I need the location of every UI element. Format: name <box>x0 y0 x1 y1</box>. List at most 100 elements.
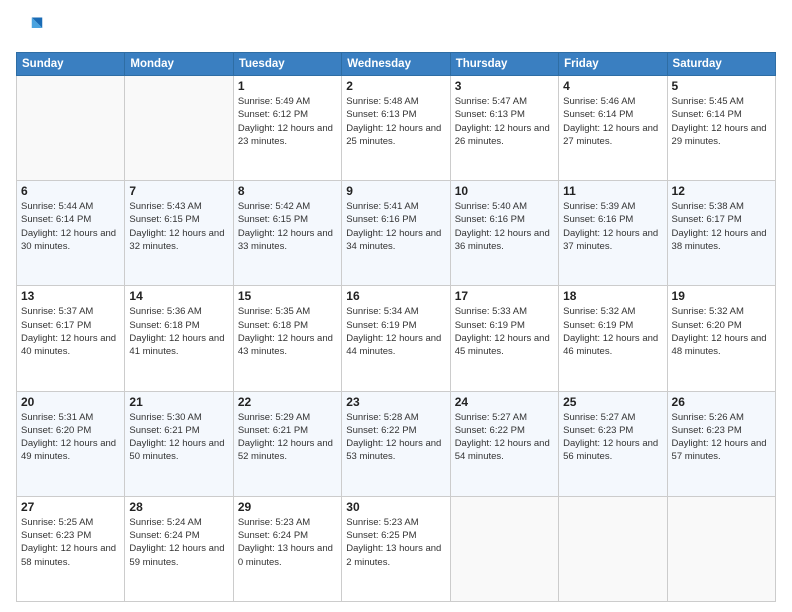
day-number: 30 <box>346 500 445 514</box>
day-info: Sunrise: 5:24 AM Sunset: 6:24 PM Dayligh… <box>129 516 228 569</box>
day-number: 26 <box>672 395 771 409</box>
day-number: 1 <box>238 79 337 93</box>
day-number: 23 <box>346 395 445 409</box>
day-number: 6 <box>21 184 120 198</box>
table-row: 17 Sunrise: 5:33 AM Sunset: 6:19 PM Dayli… <box>450 286 558 391</box>
day-info: Sunrise: 5:42 AM Sunset: 6:15 PM Dayligh… <box>238 200 337 253</box>
day-number: 21 <box>129 395 228 409</box>
day-number: 3 <box>455 79 554 93</box>
day-info: Sunrise: 5:27 AM Sunset: 6:23 PM Dayligh… <box>563 411 662 464</box>
day-info: Sunrise: 5:23 AM Sunset: 6:25 PM Dayligh… <box>346 516 445 569</box>
table-row: 12 Sunrise: 5:38 AM Sunset: 6:17 PM Dayli… <box>667 181 775 286</box>
table-row: 29 Sunrise: 5:23 AM Sunset: 6:24 PM Dayli… <box>233 496 341 601</box>
calendar-week-row: 13 Sunrise: 5:37 AM Sunset: 6:17 PM Dayli… <box>17 286 776 391</box>
day-number: 11 <box>563 184 662 198</box>
day-info: Sunrise: 5:26 AM Sunset: 6:23 PM Dayligh… <box>672 411 771 464</box>
day-info: Sunrise: 5:30 AM Sunset: 6:21 PM Dayligh… <box>129 411 228 464</box>
table-row: 8 Sunrise: 5:42 AM Sunset: 6:15 PM Daylig… <box>233 181 341 286</box>
day-number: 27 <box>21 500 120 514</box>
table-row: 2 Sunrise: 5:48 AM Sunset: 6:13 PM Daylig… <box>342 76 450 181</box>
calendar-table: Sunday Monday Tuesday Wednesday Thursday… <box>16 52 776 602</box>
day-number: 2 <box>346 79 445 93</box>
col-monday: Monday <box>125 53 233 76</box>
day-number: 22 <box>238 395 337 409</box>
table-row: 20 Sunrise: 5:31 AM Sunset: 6:20 PM Dayli… <box>17 391 125 496</box>
table-row: 22 Sunrise: 5:29 AM Sunset: 6:21 PM Dayli… <box>233 391 341 496</box>
table-row <box>667 496 775 601</box>
day-info: Sunrise: 5:46 AM Sunset: 6:14 PM Dayligh… <box>563 95 662 148</box>
day-info: Sunrise: 5:32 AM Sunset: 6:19 PM Dayligh… <box>563 305 662 358</box>
day-number: 7 <box>129 184 228 198</box>
col-saturday: Saturday <box>667 53 775 76</box>
day-info: Sunrise: 5:33 AM Sunset: 6:19 PM Dayligh… <box>455 305 554 358</box>
table-row: 3 Sunrise: 5:47 AM Sunset: 6:13 PM Daylig… <box>450 76 558 181</box>
table-row <box>125 76 233 181</box>
table-row: 13 Sunrise: 5:37 AM Sunset: 6:17 PM Dayli… <box>17 286 125 391</box>
day-info: Sunrise: 5:47 AM Sunset: 6:13 PM Dayligh… <box>455 95 554 148</box>
day-number: 8 <box>238 184 337 198</box>
day-number: 16 <box>346 289 445 303</box>
day-info: Sunrise: 5:27 AM Sunset: 6:22 PM Dayligh… <box>455 411 554 464</box>
table-row: 24Sunrise: 5:27 AM Sunset: 6:22 PM Dayli… <box>450 391 558 496</box>
table-row: 30 Sunrise: 5:23 AM Sunset: 6:25 PM Dayli… <box>342 496 450 601</box>
day-info: Sunrise: 5:36 AM Sunset: 6:18 PM Dayligh… <box>129 305 228 358</box>
table-row: 21 Sunrise: 5:30 AM Sunset: 6:21 PM Dayli… <box>125 391 233 496</box>
table-row: 6 Sunrise: 5:44 AM Sunset: 6:14 PM Daylig… <box>17 181 125 286</box>
day-info: Sunrise: 5:48 AM Sunset: 6:13 PM Dayligh… <box>346 95 445 148</box>
day-info: Sunrise: 5:40 AM Sunset: 6:16 PM Dayligh… <box>455 200 554 253</box>
table-row: 15 Sunrise: 5:35 AM Sunset: 6:18 PM Dayli… <box>233 286 341 391</box>
day-number: 5 <box>672 79 771 93</box>
day-info: Sunrise: 5:34 AM Sunset: 6:19 PM Dayligh… <box>346 305 445 358</box>
table-row: 26 Sunrise: 5:26 AM Sunset: 6:23 PM Dayli… <box>667 391 775 496</box>
col-friday: Friday <box>559 53 667 76</box>
day-number: 14 <box>129 289 228 303</box>
col-sunday: Sunday <box>17 53 125 76</box>
table-row: 28 Sunrise: 5:24 AM Sunset: 6:24 PM Dayli… <box>125 496 233 601</box>
table-row: 7 Sunrise: 5:43 AM Sunset: 6:15 PM Daylig… <box>125 181 233 286</box>
day-info: Sunrise: 5:37 AM Sunset: 6:17 PM Dayligh… <box>21 305 120 358</box>
logo-icon <box>16 14 44 42</box>
day-info: Sunrise: 5:38 AM Sunset: 6:17 PM Dayligh… <box>672 200 771 253</box>
day-info: Sunrise: 5:43 AM Sunset: 6:15 PM Dayligh… <box>129 200 228 253</box>
day-info: Sunrise: 5:39 AM Sunset: 6:16 PM Dayligh… <box>563 200 662 253</box>
day-number: 17 <box>455 289 554 303</box>
day-info: Sunrise: 5:32 AM Sunset: 6:20 PM Dayligh… <box>672 305 771 358</box>
calendar-week-row: 1Sunrise: 5:49 AM Sunset: 6:12 PM Daylig… <box>17 76 776 181</box>
table-row: 4 Sunrise: 5:46 AM Sunset: 6:14 PM Daylig… <box>559 76 667 181</box>
day-number: 28 <box>129 500 228 514</box>
day-info: Sunrise: 5:29 AM Sunset: 6:21 PM Dayligh… <box>238 411 337 464</box>
day-number: 15 <box>238 289 337 303</box>
day-number: 12 <box>672 184 771 198</box>
table-row: 19 Sunrise: 5:32 AM Sunset: 6:20 PM Dayli… <box>667 286 775 391</box>
day-info: Sunrise: 5:45 AM Sunset: 6:14 PM Dayligh… <box>672 95 771 148</box>
day-number: 25 <box>563 395 662 409</box>
table-row <box>17 76 125 181</box>
day-info: Sunrise: 5:23 AM Sunset: 6:24 PM Dayligh… <box>238 516 337 569</box>
table-row: 27 Sunrise: 5:25 AM Sunset: 6:23 PM Dayli… <box>17 496 125 601</box>
table-row: 25 Sunrise: 5:27 AM Sunset: 6:23 PM Dayli… <box>559 391 667 496</box>
page: Sunday Monday Tuesday Wednesday Thursday… <box>0 0 792 612</box>
day-info: Sunrise: 5:31 AM Sunset: 6:20 PM Dayligh… <box>21 411 120 464</box>
day-info: Sunrise: 5:25 AM Sunset: 6:23 PM Dayligh… <box>21 516 120 569</box>
table-row <box>559 496 667 601</box>
table-row: 11 Sunrise: 5:39 AM Sunset: 6:16 PM Dayli… <box>559 181 667 286</box>
day-info: Sunrise: 5:35 AM Sunset: 6:18 PM Dayligh… <box>238 305 337 358</box>
table-row: 10Sunrise: 5:40 AM Sunset: 6:16 PM Dayli… <box>450 181 558 286</box>
day-info: Sunrise: 5:44 AM Sunset: 6:14 PM Dayligh… <box>21 200 120 253</box>
table-row: 18Sunrise: 5:32 AM Sunset: 6:19 PM Dayli… <box>559 286 667 391</box>
day-info: Sunrise: 5:41 AM Sunset: 6:16 PM Dayligh… <box>346 200 445 253</box>
day-number: 29 <box>238 500 337 514</box>
day-number: 19 <box>672 289 771 303</box>
day-number: 13 <box>21 289 120 303</box>
day-number: 20 <box>21 395 120 409</box>
day-number: 4 <box>563 79 662 93</box>
logo <box>16 14 48 42</box>
calendar-week-row: 27 Sunrise: 5:25 AM Sunset: 6:23 PM Dayli… <box>17 496 776 601</box>
col-tuesday: Tuesday <box>233 53 341 76</box>
table-row: 9Sunrise: 5:41 AM Sunset: 6:16 PM Daylig… <box>342 181 450 286</box>
table-row: 5 Sunrise: 5:45 AM Sunset: 6:14 PM Daylig… <box>667 76 775 181</box>
calendar-week-row: 6 Sunrise: 5:44 AM Sunset: 6:14 PM Daylig… <box>17 181 776 286</box>
table-row <box>450 496 558 601</box>
header <box>16 14 776 42</box>
col-thursday: Thursday <box>450 53 558 76</box>
